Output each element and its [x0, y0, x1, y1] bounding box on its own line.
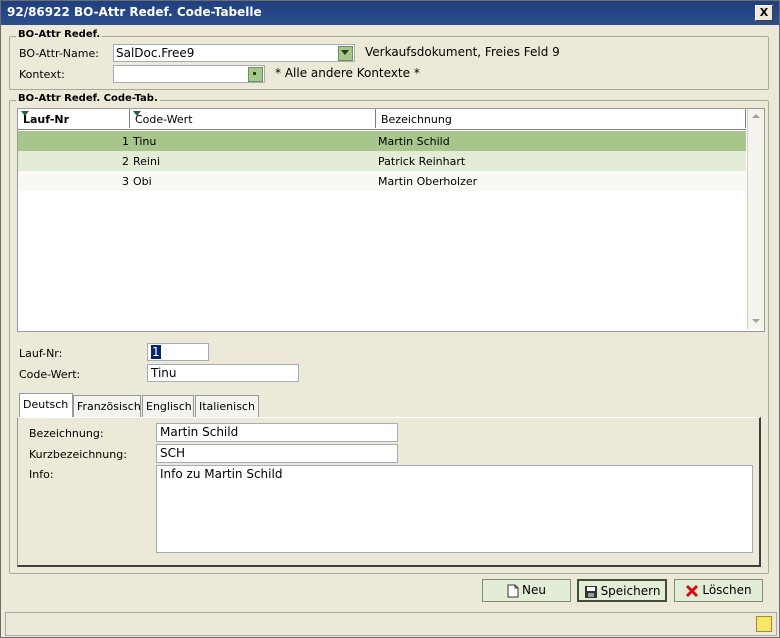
cell-code-wert: Obi [133, 175, 152, 188]
context-description: * Alle andere Kontexte * [275, 66, 420, 80]
cell-code-wert: Tinu [133, 135, 157, 148]
cell-lauf-nr: 2 [122, 155, 129, 168]
close-button[interactable]: X [755, 5, 773, 21]
code-table[interactable]: Lauf-Nr Code-Wert Bezeichnung 1 Tinu Mar… [17, 108, 765, 332]
lauf-nr-input[interactable]: 1 [147, 343, 209, 361]
code-wert-input[interactable]: Tinu [147, 364, 299, 382]
window-title: 92/86922 BO-Attr Redef. Code-Tabelle [7, 5, 262, 19]
context-lookup-button[interactable] [248, 67, 263, 82]
dot-icon [253, 72, 256, 75]
attr-name-value: SalDoc.Free9 [116, 46, 195, 60]
info-textarea[interactable]: Info zu Martin Schild [156, 465, 753, 553]
tab-italienisch[interactable]: Italienisch [195, 395, 259, 417]
table-vertical-scrollbar[interactable] [747, 109, 764, 329]
context-combo[interactable] [113, 65, 265, 83]
info-label: Info: [29, 468, 54, 481]
dialog-window: 92/86922 BO-Attr Redef. Code-Tabelle X B… [0, 0, 780, 638]
bezeichnung-value: Martin Schild [160, 425, 239, 439]
sort-icon [21, 111, 29, 116]
cell-code-wert: Reini [133, 155, 161, 168]
kurzbezeichnung-value: SCH [160, 446, 186, 460]
document-icon [507, 584, 519, 597]
code-wert-label: Code-Wert: [19, 368, 81, 381]
column-header-code-wert[interactable]: Code-Wert [130, 109, 376, 128]
new-button[interactable]: Neu [482, 579, 571, 602]
kurzbezeichnung-label: Kurzbezeichnung: [29, 448, 127, 461]
close-icon: X [759, 6, 769, 19]
delete-button[interactable]: Löschen [674, 579, 763, 602]
attr-name-combo[interactable]: SalDoc.Free9 [113, 44, 355, 62]
table-row[interactable]: 2 Reini Patrick Reinhart [18, 151, 746, 171]
context-label: Kontext: [19, 68, 65, 81]
lauf-nr-label: Lauf-Nr: [19, 347, 63, 360]
scroll-up-icon[interactable] [752, 114, 760, 118]
attr-name-dropdown-button[interactable] [338, 46, 353, 61]
kurzbezeichnung-input[interactable]: SCH [156, 444, 398, 463]
info-value: Info zu Martin Schild [160, 467, 283, 481]
cell-bezeichnung: Martin Oberholzer [378, 175, 478, 188]
table-row[interactable]: 3 Obi Martin Oberholzer [18, 171, 746, 191]
table-row[interactable]: 1 Tinu Martin Schild [18, 131, 746, 151]
column-header-bezeichnung[interactable]: Bezeichnung [376, 109, 746, 128]
attr-name-description: Verkaufsdokument, Freies Feld 9 [365, 45, 560, 59]
bezeichnung-input[interactable]: Martin Schild [156, 423, 398, 442]
code-table-group-label: BO-Attr Redef. Code-Tab. [16, 93, 160, 104]
redef-group-label: BO-Attr Redef. [16, 29, 103, 40]
code-wert-value: Tinu [151, 366, 177, 380]
cell-lauf-nr: 3 [122, 175, 129, 188]
tab-deutsch[interactable]: Deutsch [19, 393, 73, 417]
title-bar[interactable]: 92/86922 BO-Attr Redef. Code-Tabelle X [1, 1, 779, 25]
status-bar [5, 612, 777, 636]
red-x-icon [686, 584, 699, 597]
lauf-nr-value: 1 [151, 345, 161, 359]
cell-bezeichnung: Patrick Reinhart [378, 155, 466, 168]
attr-name-label: BO-Attr-Name: [19, 47, 99, 60]
cell-lauf-nr: 1 [122, 135, 129, 148]
bezeichnung-label: Bezeichnung: [29, 427, 104, 440]
sort-icon [133, 111, 141, 116]
floppy-disk-icon [584, 585, 597, 598]
column-header-lauf-nr[interactable]: Lauf-Nr [18, 109, 130, 128]
chevron-down-icon [341, 50, 349, 55]
tab-franzoesisch[interactable]: Französisch [73, 395, 141, 417]
table-header: Lauf-Nr Code-Wert Bezeichnung [18, 109, 746, 130]
scroll-down-icon[interactable] [752, 319, 760, 323]
save-button[interactable]: Speichern [577, 579, 667, 602]
tab-englisch[interactable]: Englisch [142, 395, 194, 417]
cell-bezeichnung: Martin Schild [378, 135, 450, 148]
resize-grip-icon[interactable] [756, 616, 772, 632]
